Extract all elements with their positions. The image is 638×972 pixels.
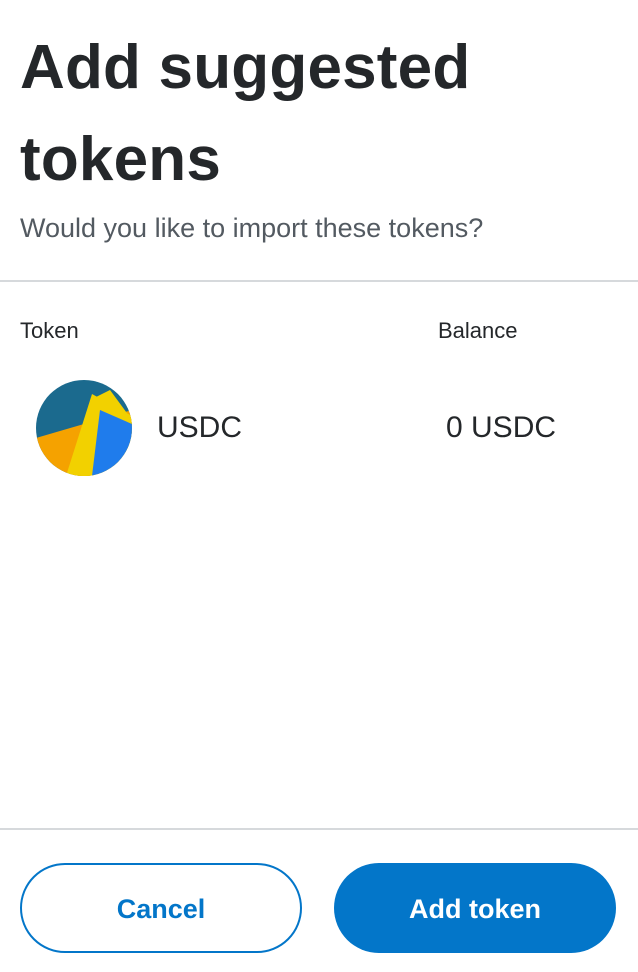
token-identicon-icon	[36, 380, 132, 476]
token-balance: 0 USDC	[446, 411, 557, 444]
page-subtitle: Would you like to import these tokens?	[20, 213, 484, 243]
token-symbol: USDC	[157, 411, 243, 444]
footer-divider	[0, 828, 638, 830]
column-header-balance: Balance	[438, 318, 518, 343]
add-token-button[interactable]: Add token	[334, 863, 616, 953]
cancel-button[interactable]: Cancel	[20, 863, 302, 953]
page-title: Add suggested tokens	[20, 33, 471, 194]
token-row: USDC 0 USDC	[0, 378, 638, 478]
add-suggested-tokens-page: Add suggested tokens Would you like to i…	[0, 0, 638, 972]
top-divider	[0, 280, 638, 282]
column-header-token: Token	[20, 318, 79, 343]
